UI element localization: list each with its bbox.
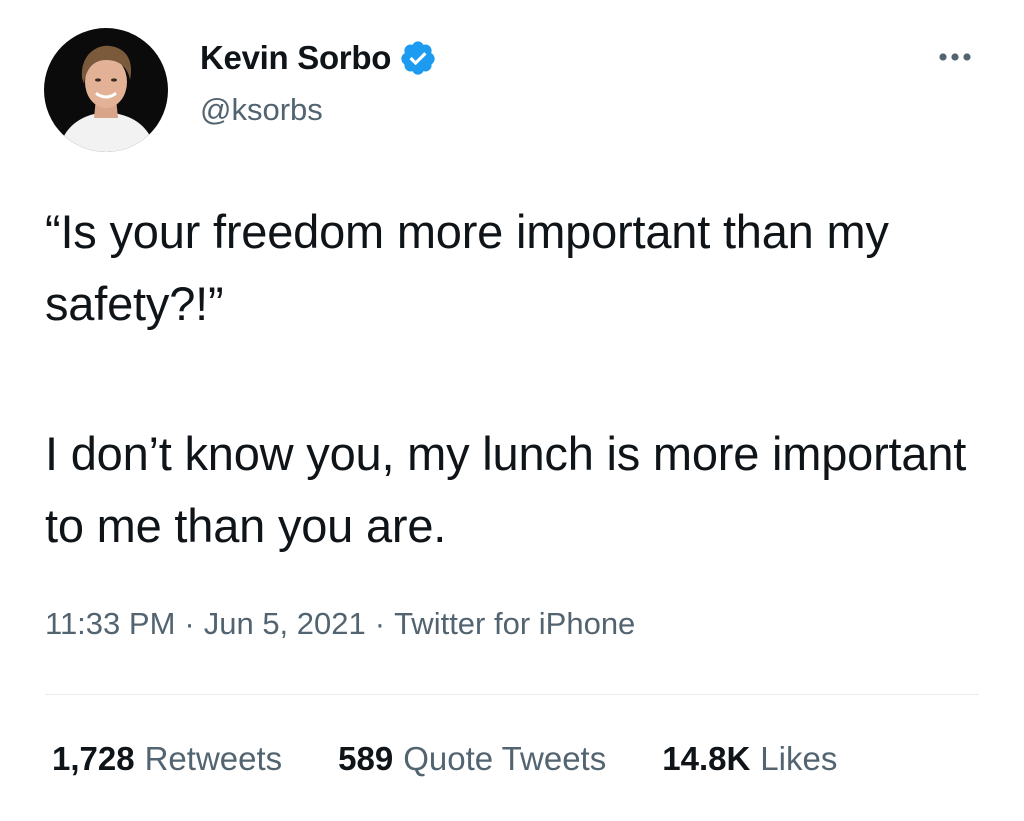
- likes-label: Likes: [760, 740, 838, 777]
- quote-tweets-stat[interactable]: 589 Quote Tweets: [338, 740, 606, 778]
- quote-tweets-count: 589: [338, 740, 394, 777]
- author-info: Kevin Sorbo @ksorbs: [200, 36, 437, 128]
- tweet-paragraph: I don’t know you, my lunch is more impor…: [45, 427, 967, 552]
- avatar[interactable]: [44, 28, 168, 152]
- avatar-photo: [44, 28, 168, 152]
- retweets-label: Retweets: [144, 740, 283, 777]
- divider: [45, 694, 979, 695]
- user-handle[interactable]: @ksorbs: [200, 92, 437, 128]
- likes-stat[interactable]: 14.8K Likes: [662, 740, 837, 778]
- retweets-stat[interactable]: 1,728 Retweets: [52, 740, 282, 778]
- tweet-date[interactable]: Jun 5, 2021: [204, 606, 366, 641]
- retweets-count: 1,728: [52, 740, 135, 777]
- engagement-stats: 1,728 Retweets 589 Quote Tweets 14.8K Likes: [52, 740, 893, 778]
- tweet: Kevin Sorbo @ksorbs “Is your freedom mor…: [0, 0, 1024, 821]
- display-name[interactable]: Kevin Sorbo: [200, 39, 391, 77]
- meta-separator: ·: [374, 606, 386, 641]
- tweet-metadata: 11:33 PM · Jun 5, 2021 · Twitter for iPhone: [45, 606, 635, 642]
- tweet-time[interactable]: 11:33 PM: [45, 606, 175, 641]
- name-row: Kevin Sorbo: [200, 36, 437, 80]
- verified-badge-icon: [399, 39, 437, 77]
- tweet-paragraph: “Is your freedom more important than my …: [45, 205, 889, 330]
- meta-separator: ·: [184, 606, 195, 641]
- likes-count: 14.8K: [662, 740, 751, 777]
- more-options-icon[interactable]: [938, 50, 972, 62]
- tweet-source[interactable]: Twitter for iPhone: [394, 606, 635, 641]
- quote-tweets-label: Quote Tweets: [403, 740, 607, 777]
- tweet-text: “Is your freedom more important than my …: [45, 196, 995, 562]
